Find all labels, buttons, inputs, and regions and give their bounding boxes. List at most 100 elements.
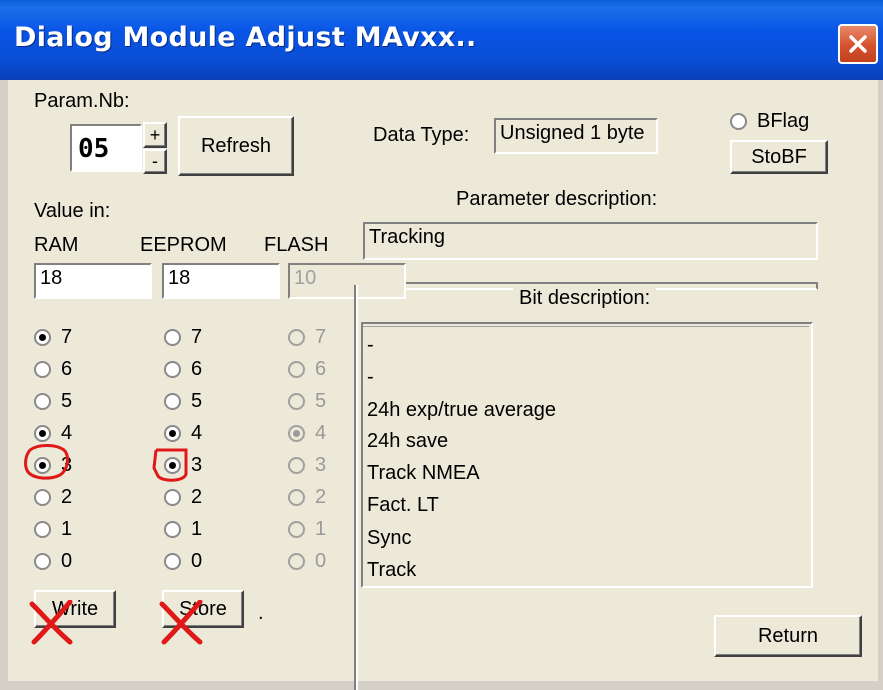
return-button[interactable]: Return	[714, 615, 862, 657]
column-separator	[354, 285, 358, 690]
flash-bit-label: 1	[315, 517, 327, 540]
bit-description-list: - - 24h exp/true average 24h save Track …	[361, 322, 813, 588]
flash-bit-radio-circle	[288, 424, 305, 442]
bit-description-line: -	[367, 334, 374, 356]
stobf-button[interactable]: StoBF	[730, 140, 828, 174]
flash-bit-label: 3	[315, 453, 327, 476]
bflag-radio[interactable]: BFlag	[730, 108, 809, 134]
eeprom-bit-radio-circle[interactable]	[164, 328, 181, 346]
eeprom-value-input[interactable]: 18	[162, 263, 280, 299]
ram-bit-label: 6	[61, 357, 73, 380]
eeprom-bit-radio[interactable]: 7	[164, 324, 202, 350]
eeprom-bit-radio[interactable]: 5	[164, 388, 202, 414]
eeprom-bit-radio-circle[interactable]	[164, 488, 181, 506]
flash-bit-label: 5	[315, 389, 327, 412]
param-description-label: Parameter description:	[456, 188, 658, 210]
flash-bit-radio: 4	[288, 420, 326, 446]
param-decrement-button[interactable]: -	[143, 149, 167, 174]
dialog-client: Param.Nb: 05 + - Refresh Data Type: Unsi…	[8, 80, 878, 690]
flash-bit-radio: 7	[288, 324, 326, 350]
flash-bit-radio: 1	[288, 516, 326, 542]
ram-bit-radio[interactable]: 1	[34, 516, 72, 542]
eeprom-bit-radio[interactable]: 3	[164, 452, 202, 478]
param-nb-label: Param.Nb:	[34, 90, 130, 112]
ram-bit-radio[interactable]: 4	[34, 420, 72, 446]
flash-bit-radio: 6	[288, 356, 326, 382]
ram-bit-radio-circle[interactable]	[34, 424, 51, 442]
flash-bit-label: 6	[315, 357, 327, 380]
ram-bit-label: 0	[61, 549, 73, 572]
flash-bit-radio-circle	[288, 488, 305, 506]
ram-value-input[interactable]: 18	[34, 263, 152, 299]
flash-bit-radio-circle	[288, 360, 305, 378]
ram-bit-radio-circle[interactable]	[34, 328, 51, 346]
bflag-label: BFlag	[757, 109, 810, 132]
eeprom-bit-radio-circle[interactable]	[164, 456, 181, 474]
flash-bit-radio-circle	[288, 328, 305, 346]
ram-bit-radio-circle[interactable]	[34, 392, 51, 410]
data-type-label: Data Type:	[373, 124, 470, 146]
ram-bit-label: 4	[61, 421, 73, 444]
eeprom-bit-radio[interactable]: 6	[164, 356, 202, 382]
eeprom-bit-radio-circle[interactable]	[164, 520, 181, 538]
window-title: Dialog Module Adjust MAvxx..	[14, 22, 477, 53]
value-in-label: Value in:	[34, 200, 111, 222]
ram-bit-label: 5	[61, 389, 73, 412]
title-bar: Dialog Module Adjust MAvxx..	[0, 0, 883, 80]
flash-bit-radio-circle	[288, 392, 305, 410]
eeprom-bit-label: 0	[191, 549, 203, 572]
ram-bit-label: 3	[61, 453, 73, 476]
ram-bit-radio-circle[interactable]	[34, 360, 51, 378]
flash-bit-radio-circle	[288, 456, 305, 474]
eeprom-bit-radio-circle[interactable]	[164, 424, 181, 442]
ram-bit-label: 1	[61, 517, 73, 540]
flash-bit-radio: 3	[288, 452, 326, 478]
eeprom-column-label: EEPROM	[140, 234, 227, 256]
eeprom-bit-radio[interactable]: 2	[164, 484, 202, 510]
eeprom-bit-label: 1	[191, 517, 203, 540]
ram-bit-label: 2	[61, 485, 73, 508]
bflag-radio-circle[interactable]	[730, 112, 747, 130]
close-icon	[849, 35, 867, 53]
flash-bit-radio: 2	[288, 484, 326, 510]
eeprom-bit-radio-circle[interactable]	[164, 552, 181, 570]
eeprom-bit-radio-circle[interactable]	[164, 360, 181, 378]
ram-bit-radio[interactable]: 2	[34, 484, 72, 510]
eeprom-bit-label: 7	[191, 325, 203, 348]
ram-bit-radio-circle[interactable]	[34, 456, 51, 474]
ram-bit-radio[interactable]: 5	[34, 388, 72, 414]
eeprom-bit-radio-circle[interactable]	[164, 392, 181, 410]
flash-bit-radio-circle	[288, 552, 305, 570]
ram-bit-radio-circle[interactable]	[34, 520, 51, 538]
bit-description-line: 24h save	[367, 430, 449, 452]
bit-description-line: 24h exp/true average	[367, 399, 557, 421]
eeprom-bit-radio[interactable]: 1	[164, 516, 202, 542]
eeprom-bit-label: 2	[191, 485, 203, 508]
refresh-button[interactable]: Refresh	[178, 116, 294, 176]
eeprom-bit-radio[interactable]: 4	[164, 420, 202, 446]
status-dot: .	[258, 602, 264, 624]
ram-bit-radio-circle[interactable]	[34, 488, 51, 506]
write-button-label: Write	[51, 597, 99, 620]
ram-bit-radio[interactable]: 3	[34, 452, 72, 478]
flash-bit-radio: 0	[288, 548, 326, 574]
eeprom-bit-label: 5	[191, 389, 203, 412]
ram-bit-radio-circle[interactable]	[34, 552, 51, 570]
store-button[interactable]: Store	[162, 590, 244, 628]
eeprom-bit-radio[interactable]: 0	[164, 548, 202, 574]
bit-description-label: Bit description:	[513, 287, 657, 310]
ram-bit-radio[interactable]: 7	[34, 324, 72, 350]
ram-bit-label: 7	[61, 325, 73, 348]
flash-bit-radio-circle	[288, 520, 305, 538]
store-button-label: Store	[179, 597, 227, 620]
param-increment-button[interactable]: +	[143, 122, 167, 148]
bit-description-line: Fact. LT	[367, 494, 439, 516]
close-button[interactable]	[838, 24, 878, 64]
param-description-value: Tracking	[363, 222, 818, 260]
flash-value-input: 10	[288, 263, 406, 299]
ram-bit-radio[interactable]: 0	[34, 548, 72, 574]
ram-column-label: RAM	[34, 234, 79, 256]
ram-bit-radio[interactable]: 6	[34, 356, 72, 382]
write-button[interactable]: Write	[34, 590, 116, 628]
param-nb-input[interactable]: 05	[70, 124, 142, 172]
